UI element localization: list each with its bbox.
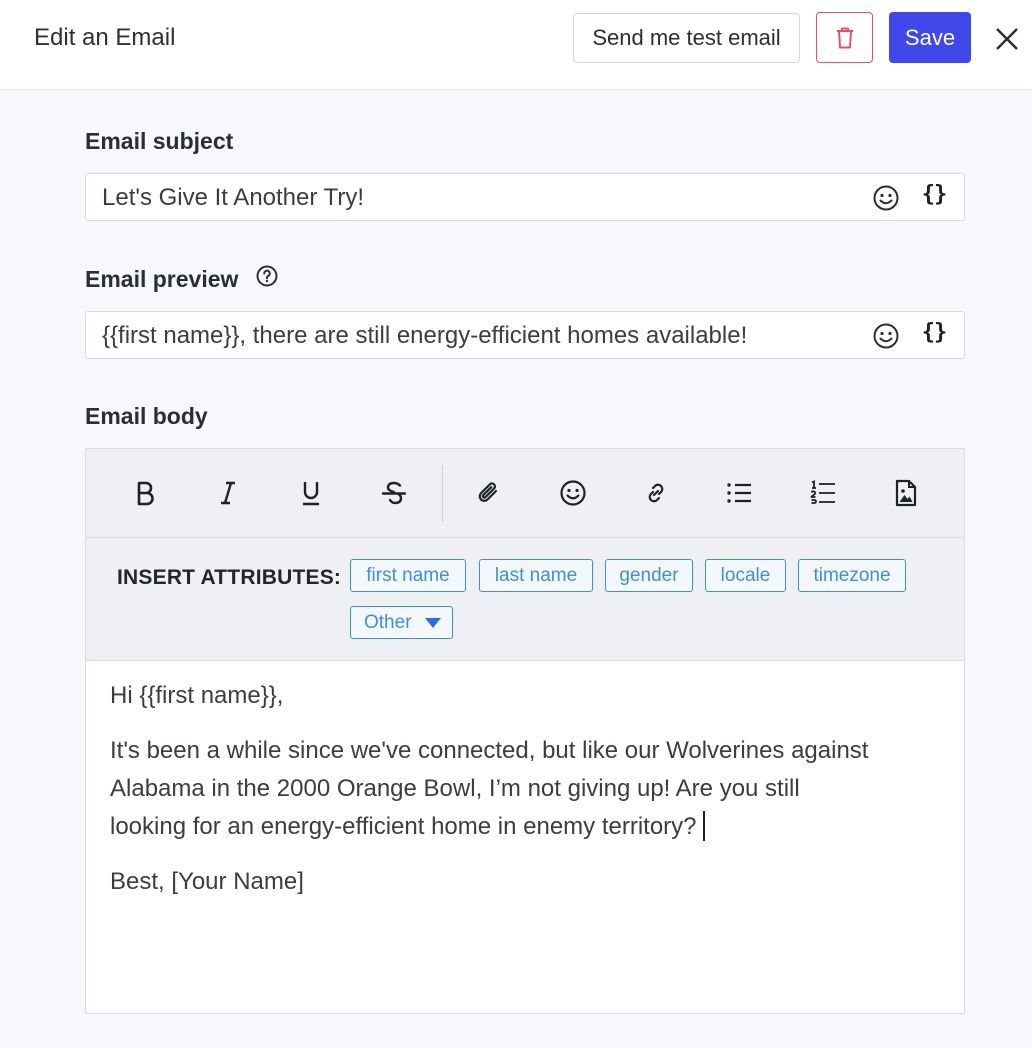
email-preview-value[interactable]: {{first name}}, there are still energy-e… [102, 322, 747, 350]
attribute-chip-gender[interactable]: gender [605, 559, 693, 592]
strikethrough-icon[interactable] [378, 477, 410, 509]
formatting-toolbar [86, 449, 964, 538]
send-test-email-button[interactable]: Send me test email [573, 13, 800, 63]
link-icon[interactable] [640, 477, 672, 509]
email-preview-field[interactable]: {{first name}}, there are still energy-e… [85, 311, 965, 359]
body-paragraph-line: Alabama in the 2000 Orange Bowl, I’m not… [110, 775, 800, 802]
save-button[interactable]: Save [889, 12, 971, 63]
email-body-content[interactable]: Hi {{first name}}, It's been a while sin… [86, 661, 964, 1013]
personalization-braces-icon[interactable]: {} [920, 320, 948, 350]
email-subject-label: Email subject [85, 128, 234, 154]
page-title: Edit an Email [34, 24, 176, 51]
underline-icon[interactable] [295, 477, 327, 509]
help-icon[interactable] [255, 264, 279, 294]
italic-icon[interactable] [212, 477, 244, 509]
top-bar: Edit an Email Send me test email Save [0, 0, 1032, 90]
close-icon [996, 28, 1018, 50]
body-paragraph-line-cursor-row: looking for an energy-efficient home in … [110, 808, 705, 846]
delete-button[interactable] [816, 12, 873, 63]
file-image-icon[interactable] [890, 477, 922, 509]
attribute-chip-last-name[interactable]: last name [479, 559, 593, 592]
bold-icon[interactable] [129, 477, 161, 509]
body-paragraph-line: It's been a while since we've connected,… [110, 737, 869, 764]
trash-icon [836, 27, 853, 48]
insert-attributes-label: INSERT ATTRIBUTES: [117, 566, 342, 589]
email-subject-field[interactable]: Let's Give It Another Try! {} [85, 173, 965, 221]
emoji-icon[interactable] [872, 322, 900, 350]
attribute-chip-first-name[interactable]: first name [350, 559, 466, 592]
email-preview-label-row: Email preview [85, 264, 279, 296]
email-preview-label: Email preview [85, 266, 239, 293]
email-subject-value[interactable]: Let's Give It Another Try! [102, 184, 364, 212]
other-attributes-dropdown[interactable]: Other [350, 606, 453, 639]
attachment-icon[interactable] [473, 477, 505, 509]
emoji-icon[interactable] [872, 184, 900, 212]
close-button[interactable] [990, 22, 1024, 56]
toolbar-divider [442, 465, 443, 522]
email-body-editor: INSERT ATTRIBUTES: first name last name … [85, 448, 965, 1014]
body-greeting: Hi {{first name}}, [110, 682, 284, 709]
attribute-chip-locale[interactable]: locale [705, 559, 786, 592]
attribute-chip-timezone[interactable]: timezone [798, 559, 906, 592]
dropdown-caret-icon [425, 618, 441, 628]
other-attributes-label: Other [364, 611, 412, 633]
email-body-label: Email body [85, 403, 208, 429]
body-paragraph-line: looking for an energy-efficient home in … [110, 813, 697, 840]
personalization-braces-icon[interactable]: {} [920, 182, 948, 212]
emoji-icon[interactable] [557, 477, 589, 509]
numbered-list-icon[interactable] [807, 477, 839, 509]
insert-attributes-bar: INSERT ATTRIBUTES: first name last name … [86, 538, 964, 661]
bulleted-list-icon[interactable] [723, 477, 755, 509]
body-signoff: Best, [Your Name] [110, 868, 304, 895]
text-cursor [702, 810, 705, 841]
